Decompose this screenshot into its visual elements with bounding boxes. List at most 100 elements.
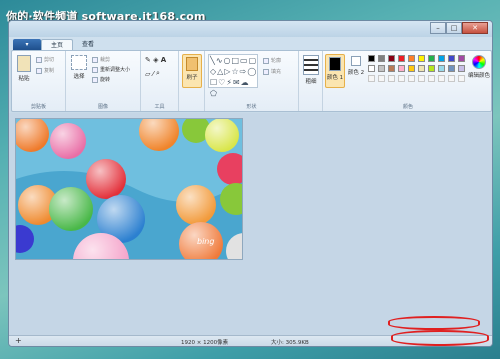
image-group: 选择 裁剪 重新调整大小 旋转 图像 bbox=[66, 51, 141, 111]
palette-swatch[interactable] bbox=[458, 65, 465, 72]
custom-color-slot[interactable] bbox=[368, 75, 375, 82]
text-icon[interactable]: A bbox=[161, 56, 166, 64]
color-picker-icon[interactable]: ⁄ bbox=[153, 70, 154, 78]
color1-button[interactable]: 颜色 1 bbox=[325, 54, 345, 88]
palette-swatch[interactable] bbox=[378, 55, 385, 62]
custom-color-slot[interactable] bbox=[418, 75, 425, 82]
paste-label: 粘贴 bbox=[18, 76, 30, 82]
palette-swatch[interactable] bbox=[368, 65, 375, 72]
app-menu-button[interactable]: ▾ bbox=[13, 39, 41, 50]
palette-swatch[interactable] bbox=[428, 55, 435, 62]
ribbon-tabs: ▾ 主页 查看 bbox=[9, 37, 492, 50]
size-button[interactable]: 粗细 bbox=[301, 55, 321, 85]
tools-group-label: 工具 bbox=[154, 104, 165, 110]
rotate-icon bbox=[92, 76, 98, 83]
outline-label: 轮廓 bbox=[271, 58, 282, 64]
select-button[interactable]: 选择 bbox=[69, 55, 89, 80]
highlight-circle-top bbox=[388, 316, 480, 330]
highlight-circle-bottom bbox=[391, 330, 489, 346]
bing-watermark: bing bbox=[197, 237, 215, 246]
custom-color-slot[interactable] bbox=[458, 75, 465, 82]
cut-button[interactable]: 剪切 bbox=[36, 56, 54, 63]
canvas-area[interactable]: bing bbox=[9, 113, 492, 338]
custom-color-slot[interactable] bbox=[408, 75, 415, 82]
brushes-group: 刷子 bbox=[179, 51, 205, 111]
outline-button[interactable]: 轮廓 bbox=[263, 57, 281, 64]
color2-swatch bbox=[351, 56, 361, 66]
palette-swatch[interactable] bbox=[438, 65, 445, 72]
crop-label: 裁剪 bbox=[100, 57, 111, 63]
palette-swatch[interactable] bbox=[408, 55, 415, 62]
shapes-gallery[interactable]: ╲∿○□▭▢ ◇△▷☆⇨◯ ☐♡⚡✉☁⬠ bbox=[208, 54, 258, 98]
add-icon[interactable]: + bbox=[15, 336, 22, 345]
clipboard-group-label: 剪贴板 bbox=[30, 104, 46, 110]
palette-swatch[interactable] bbox=[448, 55, 455, 62]
colors-group: 颜色 1 颜色 2 编辑颜色 颜色 bbox=[323, 51, 492, 111]
image-group-label: 图像 bbox=[97, 104, 108, 110]
palette-swatch[interactable] bbox=[368, 55, 375, 62]
fill-icon[interactable]: ◈ bbox=[153, 56, 158, 64]
rotate-button[interactable]: 旋转 bbox=[92, 76, 110, 83]
brush-icon bbox=[186, 57, 198, 71]
cut-label: 剪切 bbox=[44, 57, 55, 63]
custom-color-slot[interactable] bbox=[438, 75, 445, 82]
eraser-icon[interactable]: ▱ bbox=[145, 70, 150, 78]
tab-home[interactable]: 主页 bbox=[41, 39, 74, 50]
palette-swatch[interactable] bbox=[448, 65, 455, 72]
scissors-icon bbox=[36, 56, 42, 63]
paste-button[interactable]: 粘贴 bbox=[15, 55, 33, 82]
palette-swatch[interactable] bbox=[408, 65, 415, 72]
size-label: 粗细 bbox=[305, 79, 317, 85]
color2-label: 颜色 2 bbox=[347, 70, 365, 76]
shapes-group: ╲∿○□▭▢ ◇△▷☆⇨◯ ☐♡⚡✉☁⬠ 轮廓 填充 形状 bbox=[205, 51, 299, 111]
color2-button[interactable]: 颜色 2 bbox=[347, 56, 365, 76]
custom-color-slot[interactable] bbox=[388, 75, 395, 82]
resize-button[interactable]: 重新调整大小 bbox=[92, 66, 130, 73]
color1-swatch bbox=[329, 57, 341, 71]
color-wheel-icon bbox=[472, 55, 486, 69]
pencil-icon[interactable]: ✎ bbox=[145, 56, 151, 64]
crop-button[interactable]: 裁剪 bbox=[92, 56, 110, 63]
resize-label: 重新调整大小 bbox=[100, 67, 131, 73]
palette-swatch[interactable] bbox=[388, 55, 395, 62]
minimize-button[interactable]: – bbox=[430, 22, 446, 34]
palette-swatch[interactable] bbox=[398, 65, 405, 72]
window-controls: – □ ✕ bbox=[430, 22, 488, 34]
copy-button[interactable]: 复制 bbox=[36, 67, 54, 74]
shape-fill-icon bbox=[263, 68, 269, 75]
palette-swatch[interactable] bbox=[458, 55, 465, 62]
line-size-icon bbox=[303, 55, 319, 75]
palette-swatch[interactable] bbox=[438, 55, 445, 62]
maximize-button[interactable]: □ bbox=[446, 22, 462, 34]
paint-window: – □ ✕ ▾ 主页 查看 粘贴 剪切 复制 剪贴板 选择 裁剪 重新调整大小 bbox=[8, 20, 493, 347]
custom-color-slot[interactable] bbox=[448, 75, 455, 82]
title-bar: – □ ✕ bbox=[9, 21, 492, 37]
brushes-button[interactable]: 刷子 bbox=[182, 54, 202, 88]
tools-group: ✎ ◈ A ▱ ⁄ ⌕ 工具 bbox=[141, 51, 179, 111]
custom-color-slot[interactable] bbox=[428, 75, 435, 82]
close-button[interactable]: ✕ bbox=[462, 22, 488, 34]
color1-label: 颜色 1 bbox=[326, 75, 344, 81]
fill-button[interactable]: 填充 bbox=[263, 68, 281, 75]
paste-icon bbox=[17, 55, 31, 72]
palette-swatch[interactable] bbox=[418, 65, 425, 72]
outline-icon bbox=[263, 57, 269, 64]
magnifier-icon[interactable]: ⌕ bbox=[156, 69, 160, 78]
file-size: 大小: 305.9KB bbox=[271, 340, 309, 346]
edit-colors-label: 编辑颜色 bbox=[468, 73, 491, 79]
tab-view[interactable]: 查看 bbox=[73, 39, 103, 50]
custom-color-slot[interactable] bbox=[378, 75, 385, 82]
resize-icon bbox=[92, 66, 98, 73]
palette-swatch[interactable] bbox=[388, 65, 395, 72]
copy-label: 复制 bbox=[44, 68, 55, 74]
ribbon: 粘贴 剪切 复制 剪贴板 选择 裁剪 重新调整大小 旋转 图像 ✎ ◈ A ▱ … bbox=[11, 50, 492, 112]
palette-swatch[interactable] bbox=[428, 65, 435, 72]
custom-color-slot[interactable] bbox=[398, 75, 405, 82]
rotate-label: 旋转 bbox=[100, 77, 111, 83]
canvas-image[interactable]: bing bbox=[15, 118, 243, 260]
palette-swatch[interactable] bbox=[418, 55, 425, 62]
brushes-label: 刷子 bbox=[186, 75, 198, 81]
edit-colors-button[interactable]: 编辑颜色 bbox=[468, 55, 490, 79]
palette-swatch[interactable] bbox=[398, 55, 405, 62]
palette-swatch[interactable] bbox=[378, 65, 385, 72]
